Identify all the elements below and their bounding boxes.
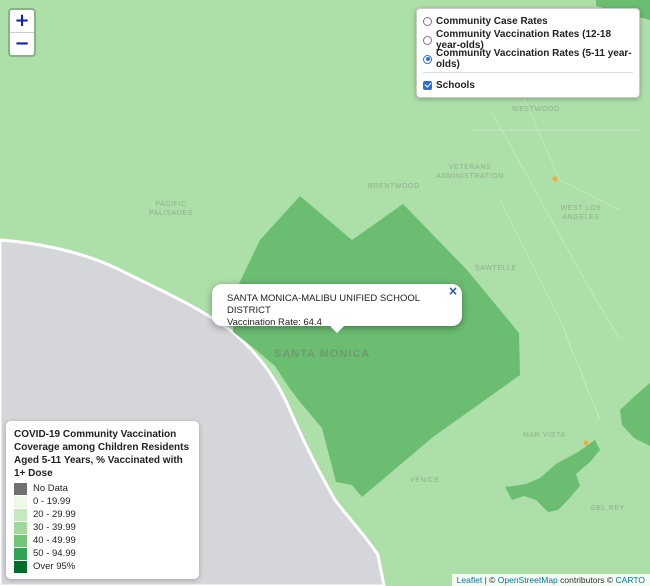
place-label-veterans-administration: VETERANS ADMINISTRATION xyxy=(436,164,504,180)
leaflet-link[interactable]: Leaflet xyxy=(457,575,483,585)
carto-link[interactable]: CARTO xyxy=(616,575,645,585)
legend-item-label: 20 - 29.99 xyxy=(33,509,76,520)
map-legend: COVID-19 Community Vaccination Coverage … xyxy=(6,421,199,579)
district-popup: SANTA MONICA-MALIBU UNIFIED SCHOOL DISTR… xyxy=(212,284,462,333)
place-label-santa-monica: SANTA MONICA xyxy=(274,348,371,360)
map-attribution: Leaflet | © OpenStreetMap contributors ©… xyxy=(451,574,650,586)
zoom-control: + − xyxy=(8,8,36,57)
openstreetmap-link[interactable]: OpenStreetMap xyxy=(498,575,558,585)
radio-button[interactable] xyxy=(423,35,432,45)
legend-item: 20 - 29.99 xyxy=(14,508,191,521)
place-label-del-rey: DEL REY xyxy=(591,505,625,512)
legend-item: 30 - 39.99 xyxy=(14,521,191,534)
layer-option-label: Community Vaccination Rates (5-11 year-o… xyxy=(436,48,632,70)
radio-button[interactable] xyxy=(423,16,432,26)
legend-swatch xyxy=(14,534,27,547)
legend-item-label: 30 - 39.99 xyxy=(33,522,76,533)
place-label-brentwood: BRENTWOOD xyxy=(368,183,420,190)
attribution-separator: | © xyxy=(482,575,498,585)
overlay-option-schools[interactable]: Schools xyxy=(417,75,639,94)
place-label-pacific-palisades: PACIFIC PALISADES xyxy=(149,201,193,217)
legend-item-label: 40 - 49.99 xyxy=(33,535,76,546)
legend-item: 40 - 49.99 xyxy=(14,534,191,547)
legend-swatch xyxy=(14,508,27,521)
place-label-westwood: WESTWOOD xyxy=(512,106,560,113)
legend-item: 50 - 94.99 xyxy=(14,547,191,560)
legend-swatch xyxy=(14,495,27,508)
radio-button-selected[interactable] xyxy=(423,54,432,64)
legend-item-label: 0 - 19.99 xyxy=(33,496,71,507)
legend-swatch xyxy=(14,547,27,560)
school-marker[interactable] xyxy=(583,440,589,446)
legend-item-label: Over 95% xyxy=(33,561,76,572)
layer-control: Community Case Rates Community Vaccinati… xyxy=(416,8,640,98)
legend-item: Over 95% xyxy=(14,560,191,573)
legend-item: No Data xyxy=(14,482,191,495)
zoom-in-button[interactable]: + xyxy=(10,10,34,32)
legend-item-label: 50 - 94.99 xyxy=(33,548,76,559)
legend-title: COVID-19 Community Vaccination Coverage … xyxy=(14,429,190,479)
school-marker[interactable] xyxy=(552,176,558,182)
legend-item: 0 - 19.99 xyxy=(14,495,191,508)
place-label-west-los-angeles: WEST LOS ANGELES xyxy=(560,205,602,221)
checkbox-checked[interactable] xyxy=(423,80,432,90)
map-canvas[interactable]: WESTWOOD VETERANS ADMINISTRATION BRENTWO… xyxy=(0,0,650,586)
zoom-out-button[interactable]: − xyxy=(10,32,34,55)
legend-swatch xyxy=(14,482,27,495)
legend-item-label: No Data xyxy=(33,483,68,494)
layer-option-vaccination-5-11[interactable]: Community Vaccination Rates (5-11 year-o… xyxy=(417,48,639,70)
layer-option-vaccination-12-18[interactable]: Community Vaccination Rates (12-18 year-… xyxy=(417,29,639,51)
legend-swatch xyxy=(14,521,27,534)
popup-close-button[interactable]: × xyxy=(448,284,458,298)
overlay-option-label: Schools xyxy=(436,79,475,91)
layer-option-case-rates[interactable]: Community Case Rates xyxy=(417,11,639,30)
layer-option-label: Community Case Rates xyxy=(436,15,548,27)
place-label-mar-vista: MAR VISTA xyxy=(523,432,566,439)
legend-swatch xyxy=(14,560,27,573)
popup-district-name: SANTA MONICA-MALIBU UNIFIED SCHOOL DISTR… xyxy=(227,293,420,316)
place-label-venice: VENICE xyxy=(410,477,440,484)
popup-tip xyxy=(329,325,345,333)
layer-control-divider xyxy=(423,72,633,73)
attribution-contributors: contributors © xyxy=(557,575,616,585)
place-label-sawtelle: SAWTELLE xyxy=(475,265,517,272)
